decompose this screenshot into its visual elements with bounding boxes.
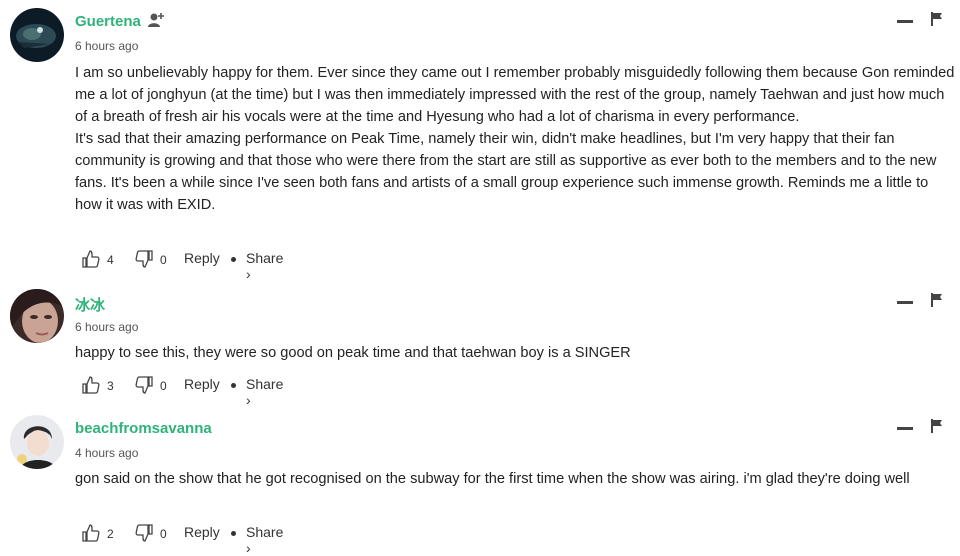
avatar[interactable]: [10, 289, 64, 343]
timestamp: 6 hours ago: [75, 320, 139, 334]
username[interactable]: Guertena: [75, 13, 141, 30]
dislike-count: 0: [160, 253, 167, 267]
share-button[interactable]: Share ›: [246, 250, 283, 282]
separator-dot: [231, 531, 236, 536]
comment-body: I am so unbelievably happy for them. Eve…: [75, 62, 955, 216]
comment-body: happy to see this, they were so good on …: [75, 342, 955, 364]
reply-button[interactable]: Reply: [184, 250, 220, 266]
dislike-count: 0: [160, 379, 167, 393]
thumbs-down-icon[interactable]: [135, 524, 153, 545]
timestamp: 4 hours ago: [75, 446, 139, 460]
share-button[interactable]: Share ›: [246, 524, 283, 556]
flag-icon[interactable]: [931, 12, 943, 26]
reply-button[interactable]: Reply: [184, 376, 220, 392]
collapse-icon[interactable]: [897, 20, 913, 23]
flag-icon[interactable]: [931, 419, 943, 433]
like-count: 3: [107, 379, 114, 393]
share-button[interactable]: Share ›: [246, 376, 283, 408]
reply-button[interactable]: Reply: [184, 524, 220, 540]
username[interactable]: beachfromsavanna: [75, 420, 212, 437]
avatar[interactable]: [10, 415, 64, 469]
comment-paragraph: gon said on the show that he got recogni…: [75, 471, 910, 487]
thumbs-up-icon[interactable]: [82, 250, 100, 271]
avatar[interactable]: [10, 8, 64, 62]
thumbs-up-icon[interactable]: [82, 524, 100, 545]
follow-user-icon[interactable]: [147, 11, 165, 29]
collapse-icon[interactable]: [897, 427, 913, 430]
comment-body: gon said on the show that he got recogni…: [75, 468, 955, 490]
comment-paragraph: happy to see this, they were so good on …: [75, 345, 631, 361]
timestamp: 6 hours ago: [75, 39, 139, 53]
comment-paragraph: I am so unbelievably happy for them. Eve…: [75, 65, 955, 125]
comment-paragraph: It's sad that their amazing performance …: [75, 131, 937, 213]
username[interactable]: 冰冰: [75, 294, 105, 315]
flag-icon[interactable]: [931, 293, 943, 307]
thumbs-down-icon[interactable]: [135, 250, 153, 271]
collapse-icon[interactable]: [897, 301, 913, 304]
separator-dot: [231, 383, 236, 388]
separator-dot: [231, 257, 236, 262]
dislike-count: 0: [160, 527, 167, 541]
like-count: 4: [107, 253, 114, 267]
thumbs-up-icon[interactable]: [82, 376, 100, 397]
thumbs-down-icon[interactable]: [135, 376, 153, 397]
like-count: 2: [107, 527, 114, 541]
